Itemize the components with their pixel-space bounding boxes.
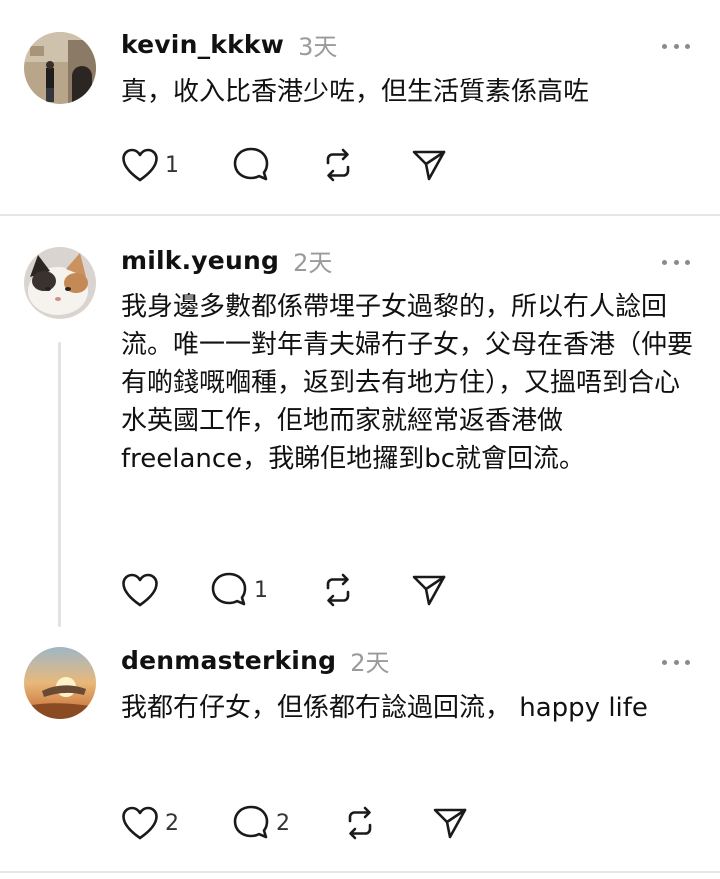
heart-icon <box>122 806 158 840</box>
avatar[interactable] <box>24 32 96 104</box>
heart-icon <box>122 573 158 607</box>
share-button[interactable] <box>410 145 448 185</box>
more-dots-icon[interactable] <box>662 257 690 267</box>
repost-button[interactable] <box>341 803 379 843</box>
reply-count: 2 <box>276 810 290 836</box>
post-header: denmasterking 2天 <box>121 640 389 680</box>
reply-button[interactable]: 2 <box>232 803 290 843</box>
post-text: 真，收入比香港少咗，但生活質素係高咗 <box>121 77 590 107</box>
share-button[interactable] <box>410 570 448 610</box>
avatar[interactable] <box>24 247 96 319</box>
username[interactable]: milk.yeung <box>121 246 279 275</box>
post-time: 3天 <box>298 32 338 61</box>
user-photo-icon <box>24 32 96 104</box>
username[interactable]: denmasterking <box>121 646 336 675</box>
cat-photo-icon <box>24 247 96 319</box>
post-actions: 1 <box>121 570 521 610</box>
comment-bubble-icon <box>233 147 269 181</box>
paper-plane-icon <box>433 808 467 839</box>
post-text: 我都冇仔女，但係都冇諗過回流， happy life <box>121 693 648 723</box>
like-button[interactable]: 1 <box>121 145 179 185</box>
repost-arrows-icon <box>326 573 350 607</box>
share-button[interactable] <box>431 803 469 843</box>
more-dots-icon[interactable] <box>662 41 690 51</box>
repost-button[interactable] <box>319 145 357 185</box>
reply-count: 1 <box>254 577 268 603</box>
like-button[interactable] <box>121 570 165 610</box>
like-count: 1 <box>165 152 179 178</box>
post-time: 2天 <box>350 648 390 677</box>
username[interactable]: kevin_kkkw <box>121 30 284 59</box>
more-dots-icon[interactable] <box>662 657 690 667</box>
post-divider <box>0 214 720 216</box>
like-button[interactable]: 2 <box>121 803 179 843</box>
post-time: 2天 <box>293 248 333 277</box>
paper-plane-icon <box>412 150 446 181</box>
sunset-photo-icon <box>24 647 96 719</box>
comment-bubble-icon <box>233 805 269 839</box>
reply-button[interactable]: 1 <box>210 570 268 610</box>
repost-button[interactable] <box>319 570 357 610</box>
post-text: 我身邊多數都係帶埋子女過黎的，所以冇人諗回流。唯一一對年青夫婦冇子女，父母在香港… <box>121 292 694 474</box>
post-actions: 1 <box>121 145 521 185</box>
avatar[interactable] <box>24 647 96 719</box>
paper-plane-icon <box>412 575 446 606</box>
comment-bubble-icon <box>211 572 247 606</box>
repost-arrows-icon <box>348 806 372 840</box>
post-divider <box>0 871 720 873</box>
post-actions: 2 2 <box>121 803 521 843</box>
repost-arrows-icon <box>326 148 350 182</box>
heart-icon <box>122 148 158 182</box>
thread-line <box>58 342 61 627</box>
like-count: 2 <box>165 810 179 836</box>
reply-button[interactable] <box>232 145 276 185</box>
post-header: kevin_kkkw 3天 <box>121 24 337 64</box>
post-header: milk.yeung 2天 <box>121 240 332 280</box>
